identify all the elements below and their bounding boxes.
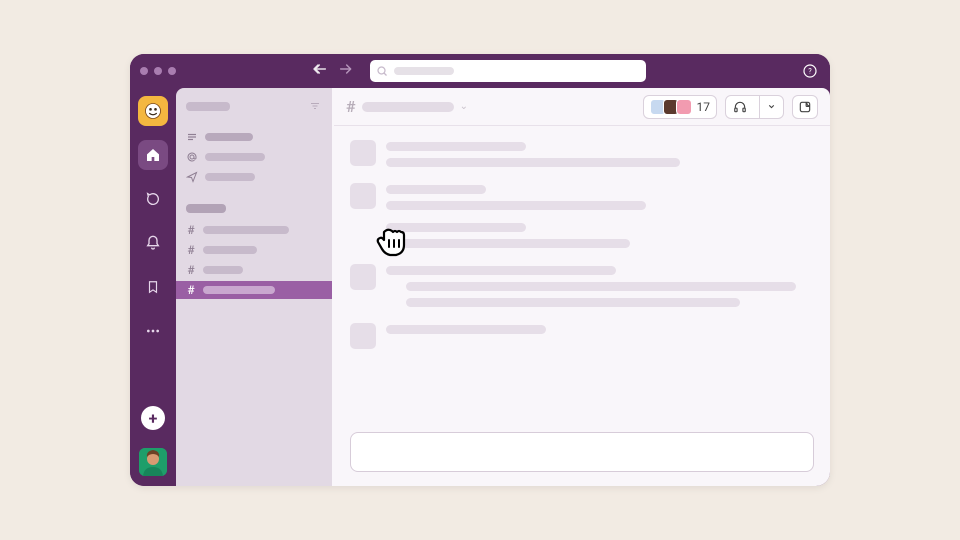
- sidebar-item-drafts[interactable]: [186, 168, 322, 186]
- message-list[interactable]: [334, 126, 830, 424]
- compose-button[interactable]: +: [141, 406, 165, 430]
- hash-icon: #: [346, 97, 356, 116]
- huddle-button[interactable]: [725, 95, 784, 119]
- avatar: [350, 323, 376, 349]
- user-avatar[interactable]: [139, 448, 167, 476]
- workspace-rail: +: [130, 88, 176, 486]
- headphones-icon: [733, 100, 747, 114]
- app-window: ? +: [130, 54, 830, 486]
- chat-icon: [145, 191, 161, 207]
- main-panel: # ⌄ 17: [332, 88, 830, 486]
- channel-item-selected[interactable]: #: [176, 281, 332, 299]
- message-composer[interactable]: [350, 432, 814, 472]
- channel-item[interactable]: #: [176, 241, 332, 259]
- svg-text:?: ?: [808, 67, 812, 76]
- later-tab[interactable]: [138, 272, 168, 302]
- chevron-down-icon: [767, 102, 776, 111]
- channel-label: [203, 246, 257, 254]
- home-tab[interactable]: [138, 140, 168, 170]
- members-button[interactable]: 17: [643, 95, 718, 119]
- avatar: [350, 140, 376, 166]
- sidebar-item-label: [205, 173, 255, 181]
- window-controls[interactable]: [140, 67, 182, 75]
- channels-heading[interactable]: [186, 204, 226, 213]
- sidebar-item-mentions[interactable]: [186, 148, 322, 166]
- message[interactable]: [350, 140, 814, 167]
- hash-icon: #: [186, 223, 196, 237]
- channel-header: # ⌄ 17: [334, 88, 830, 126]
- channel-item[interactable]: #: [176, 261, 332, 279]
- forward-button[interactable]: [338, 61, 354, 81]
- activity-tab[interactable]: [138, 228, 168, 258]
- channel-label: [203, 226, 289, 234]
- chevron-down-icon: ⌄: [460, 101, 468, 112]
- member-avatars: [650, 99, 692, 115]
- bookmark-icon: [146, 279, 160, 295]
- search-icon: [376, 65, 388, 77]
- hash-icon: #: [186, 243, 196, 257]
- close-dot[interactable]: [140, 67, 148, 75]
- channel-title[interactable]: # ⌄: [346, 97, 468, 116]
- plus-icon: +: [149, 409, 158, 428]
- back-button[interactable]: [308, 61, 328, 81]
- channel-label: [203, 286, 275, 294]
- channel-item[interactable]: #: [176, 221, 332, 239]
- channel-label: [203, 266, 243, 274]
- filter-icon[interactable]: [308, 100, 322, 112]
- threads-icon: [186, 131, 198, 143]
- message[interactable]: [350, 183, 814, 248]
- hash-icon: #: [186, 263, 196, 277]
- message[interactable]: [350, 323, 814, 349]
- help-button[interactable]: ?: [800, 61, 820, 81]
- titlebar: ?: [130, 54, 830, 88]
- dms-tab[interactable]: [138, 184, 168, 214]
- channel-sidebar: # # # #: [176, 88, 332, 486]
- sidebar-item-threads[interactable]: [186, 128, 322, 146]
- canvas-button[interactable]: [792, 95, 818, 119]
- send-icon: [186, 171, 198, 183]
- canvas-icon: [798, 100, 812, 114]
- members-count: 17: [697, 100, 711, 114]
- hash-icon: #: [186, 283, 196, 297]
- message[interactable]: [350, 264, 814, 307]
- sidebar-item-label: [205, 133, 253, 141]
- workspace-name[interactable]: [186, 102, 230, 111]
- channel-name: [362, 102, 454, 112]
- search-placeholder: [394, 67, 454, 75]
- search-input[interactable]: [370, 60, 646, 82]
- sidebar-item-label: [205, 153, 265, 161]
- mentions-icon: [186, 151, 198, 163]
- avatar: [350, 183, 376, 209]
- minimize-dot[interactable]: [154, 67, 162, 75]
- avatar: [350, 264, 376, 290]
- more-tab[interactable]: [138, 316, 168, 346]
- more-icon: [145, 323, 161, 339]
- bell-icon: [145, 235, 161, 251]
- zoom-dot[interactable]: [168, 67, 176, 75]
- workspace-switcher[interactable]: [138, 96, 168, 126]
- home-icon: [145, 147, 161, 163]
